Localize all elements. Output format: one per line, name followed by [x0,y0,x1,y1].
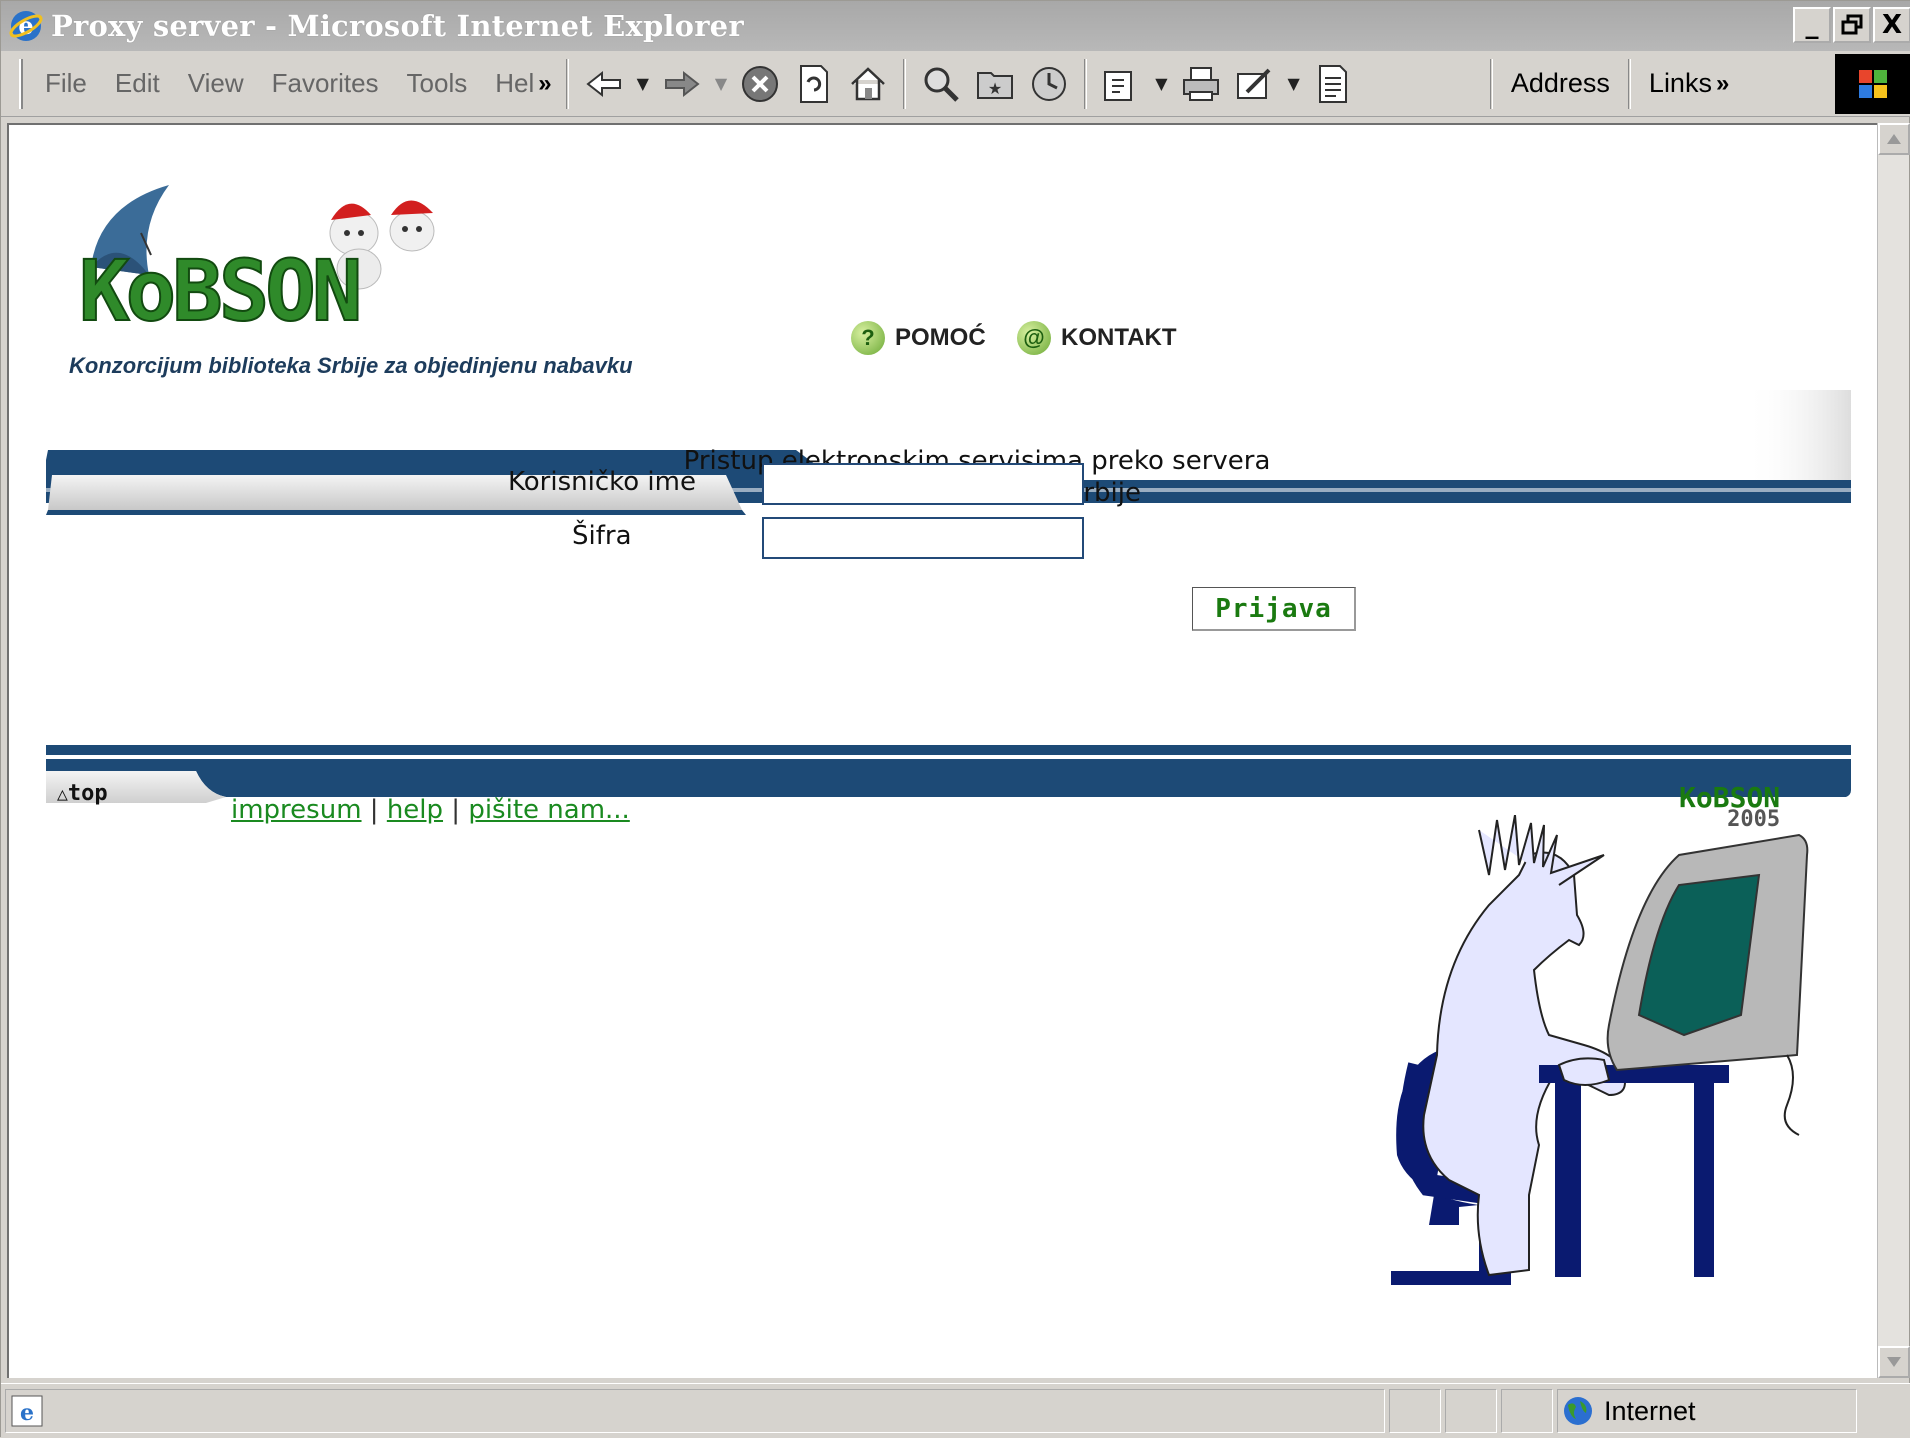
home-icon [851,66,886,100]
status-bar: e Internet [1,1383,1910,1438]
stop-button[interactable] [737,61,783,107]
scroll-down-button[interactable] [1878,1346,1910,1378]
status-panel-misc [1501,1389,1553,1433]
help-link-label: POMOĆ [895,324,986,351]
footer-help-link[interactable]: help [387,795,443,825]
close-button[interactable]: X [1873,7,1910,43]
help-icon: ? [851,321,885,355]
history-icon [1032,66,1067,101]
footer-links: impresum | help | pišite nam... [231,795,630,825]
security-zone-panel: Internet [1557,1389,1857,1433]
favorites-button[interactable]: ★ [972,61,1018,107]
status-text-panel: e [5,1389,1385,1433]
menu-overflow-chevron[interactable]: » [538,70,551,98]
restore-button[interactable] [1833,7,1871,43]
footer-logo-wordmark: KoBSON [1679,781,1781,814]
menu-tools[interactable]: Tools [407,68,468,99]
scroll-down-icon [1887,1357,1901,1367]
toolbar: File Edit View Favorites Tools Hel » ▼ ▼… [1,51,1910,117]
password-label: Šifra [572,521,632,551]
link-separator: | [451,795,469,825]
kobson-logo: KoBSON [78,185,435,325]
svg-text:★: ★ [988,79,1002,98]
print-button[interactable] [1178,61,1224,107]
consortium-subtitle: Konzorcijum biblioteka Srbije za objedin… [69,353,633,378]
edit-dropdown-icon[interactable]: ▼ [1288,74,1300,93]
links-bar-label[interactable]: Links [1649,68,1712,99]
refresh-icon [800,64,829,103]
toolbar-grip[interactable] [19,58,23,109]
help-link[interactable]: ? POMOĆ [851,321,986,355]
toolbar-separator [565,58,569,109]
toolbar-separator [1489,58,1493,109]
windows-logo-icon [1835,53,1910,114]
status-panel-lock [1445,1389,1497,1433]
back-icon [585,70,621,97]
scroll-up-button[interactable] [1878,123,1910,155]
menu-view[interactable]: View [188,68,244,99]
forward-icon [664,70,700,97]
close-icon: X [1881,10,1903,40]
link-separator: | [369,795,387,825]
ie-page-icon: e [11,1395,43,1427]
window-title: Proxy server - Microsoft Internet Explor… [51,9,744,43]
forward-dropdown-icon[interactable]: ▼ [715,74,727,93]
status-panel-progress [1389,1389,1441,1433]
minimize-button[interactable]: _ [1793,7,1831,43]
discuss-icon [1318,64,1347,103]
links-overflow-chevron[interactable]: » [1716,70,1729,98]
at-icon: @ [1017,321,1051,355]
toolbar-separator [903,58,907,109]
discuss-button[interactable] [1310,61,1356,107]
globe-icon [1564,1397,1592,1425]
ie-icon: e [5,5,47,47]
menu-favorites[interactable]: Favorites [272,68,379,99]
edit-icon [1236,68,1270,99]
back-dropdown-icon[interactable]: ▼ [637,74,649,93]
search-button[interactable] [918,61,964,107]
address-bar-label[interactable]: Address [1511,68,1610,99]
vertical-scrollbar[interactable] [1877,123,1910,1378]
menu-edit[interactable]: Edit [115,68,160,99]
favorites-icon: ★ [977,71,1014,99]
contact-link[interactable]: @ KONTAKT [1017,321,1177,355]
toolbar-separator [1084,58,1088,109]
minimize-icon: _ [1805,10,1819,40]
mail-button[interactable] [1099,61,1145,107]
print-icon [1182,66,1219,101]
mail-icon [1104,70,1133,101]
menu-file[interactable]: File [45,68,87,99]
username-label: Korisničko ime [508,467,696,497]
mail-dropdown-icon[interactable]: ▼ [1155,74,1167,93]
edit-button[interactable] [1232,61,1278,107]
login-button[interactable]: Prijava [1192,587,1356,631]
menu-help[interactable]: Hel [495,68,534,99]
computer-user-illustration [1391,815,1809,1285]
search-icon [924,67,960,102]
up-triangle-icon: △ [57,784,68,805]
password-input[interactable] [762,517,1084,559]
contact-link-label: KONTAKT [1061,324,1177,351]
stop-icon [742,65,779,102]
back-to-top-link[interactable]: △top [57,781,108,806]
page-viewport: KoBSON Konzorcijum biblioteka Srbije za … [7,123,1879,1378]
title-bar[interactable]: e Proxy server - Microsoft Internet Expl… [1,1,1910,51]
scroll-up-icon [1887,134,1901,144]
browser-window: e Proxy server - Microsoft Internet Expl… [0,0,1910,1438]
restore-icon [1841,14,1863,35]
top-link-label: top [67,781,108,806]
forward-button[interactable] [659,61,705,107]
history-button[interactable] [1026,61,1072,107]
toolbar-separator [1627,58,1631,109]
write-us-link[interactable]: pišite nam... [468,795,629,825]
svg-text:e: e [20,1400,34,1426]
logo-wordmark: KoBSON [79,242,358,325]
refresh-button[interactable] [791,61,837,107]
back-button[interactable] [581,61,627,107]
impressum-link[interactable]: impresum [231,795,362,825]
username-input[interactable] [762,463,1084,505]
home-button[interactable] [845,61,891,107]
security-zone-label: Internet [1604,1395,1696,1426]
